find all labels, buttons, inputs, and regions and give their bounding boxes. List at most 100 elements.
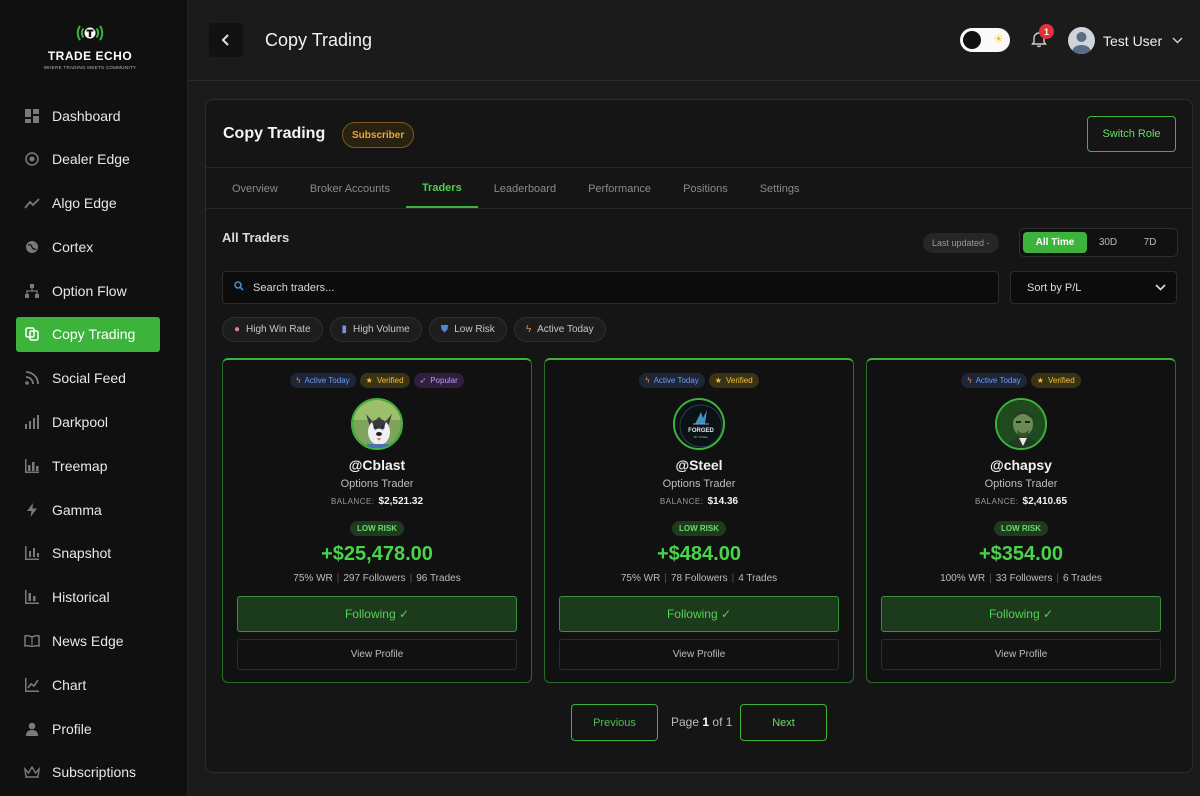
trader-balance: BALANCE: $2,410.65 <box>867 496 1175 507</box>
sidebar-item-dealer-edge[interactable]: Dealer Edge <box>16 142 160 177</box>
balance-value: $2,521.32 <box>378 496 424 507</box>
followers-count: 78 Followers <box>670 573 728 584</box>
logo-tagline: WHERE TRADING MEETS COMMUNITY <box>43 65 137 70</box>
filter-chip-label: Low Risk <box>454 324 495 335</box>
filter-chips: ● High Win Rate ▮ High Volume ⛊ Low Risk ϟ Acti… <box>222 317 613 342</box>
notifications-button[interactable]: 1 <box>1031 24 1054 50</box>
back-button[interactable] <box>209 23 243 57</box>
sidebar-item-label: Historical <box>52 589 110 606</box>
filter-chip-label: High Win Rate <box>246 324 311 335</box>
sidebar-item-snapshot[interactable]: Snapshot <box>16 536 160 571</box>
balance-value: $14.36 <box>707 496 739 507</box>
stats-separator: | <box>989 573 992 584</box>
trader-badges: ϟ Active Today ★ Verified ➶ Popular <box>223 373 531 388</box>
tabs-divider <box>206 208 1192 209</box>
sidebar-item-label: Option Flow <box>52 282 127 299</box>
search-input[interactable] <box>253 281 953 294</box>
tab-traders[interactable]: Traders <box>405 169 478 208</box>
sidebar-item-cortex[interactable]: Cortex <box>16 229 160 264</box>
theme-toggle[interactable]: ☀ <box>960 28 1010 52</box>
dashboard-icon <box>24 108 40 124</box>
stats-separator: | <box>664 573 667 584</box>
filter-chip-label: Active Today <box>537 324 594 335</box>
trader-role: Options Trader <box>662 478 736 490</box>
notification-count-badge: 1 <box>1039 24 1054 39</box>
search-icon <box>234 281 244 294</box>
tab-broker-accounts[interactable]: Broker Accounts <box>294 169 406 208</box>
win-rate: 75% WR <box>293 573 333 584</box>
role-badge: Subscriber <box>342 122 415 148</box>
followers-count: 297 Followers <box>343 573 406 584</box>
trader-badges: ϟ Active Today ★ Verified <box>867 373 1175 388</box>
view-profile-button[interactable]: View Profile <box>237 639 517 670</box>
tab-positions[interactable]: Positions <box>667 169 744 208</box>
sidebar-item-option-flow[interactable]: Option Flow <box>16 273 160 308</box>
rss-icon <box>24 370 40 386</box>
sidebar-item-darkpool[interactable]: Darkpool <box>16 405 160 440</box>
sidebar-item-algo-edge[interactable]: Algo Edge <box>16 186 160 221</box>
trader-balance: BALANCE: $2,521.32 <box>223 496 531 507</box>
trader-role: Options Trader <box>984 478 1058 490</box>
trader-handle[interactable]: @Steel <box>545 457 853 473</box>
range-all-time-button[interactable]: All Time <box>1023 232 1087 253</box>
trader-avatar[interactable] <box>995 398 1047 450</box>
bolt-icon: ϟ <box>525 324 532 335</box>
next-page-button[interactable]: Next <box>740 704 827 741</box>
sidebar-item-subscriptions[interactable]: Subscriptions <box>16 755 160 790</box>
risk-badge: LOW RISK <box>350 521 404 536</box>
trader-avatar[interactable]: FORGED BY STEEL <box>673 398 725 450</box>
sun-icon: ☀ <box>993 32 1004 46</box>
badge-active-today: ϟ Active Today <box>639 373 705 388</box>
previous-page-button[interactable]: Previous <box>571 704 658 741</box>
view-profile-button[interactable]: View Profile <box>881 639 1161 670</box>
badge-label: Active Today <box>975 376 1021 385</box>
filter-chip-high-volume[interactable]: ▮ High Volume <box>329 317 422 342</box>
badge-label: Popular <box>430 376 458 385</box>
range-7d-button[interactable]: 7D <box>1129 232 1171 253</box>
sidebar-item-label: Dealer Edge <box>52 151 130 168</box>
tab-overview[interactable]: Overview <box>216 169 294 208</box>
sidebar-item-dashboard[interactable]: Dashboard <box>16 98 160 133</box>
balance-value: $2,410.65 <box>1022 496 1068 507</box>
tab-settings[interactable]: Settings <box>744 169 816 208</box>
badge-label: Verified <box>725 376 753 385</box>
trader-stats: 75% WR | 78 Followers | 4 Trades <box>545 573 853 584</box>
sidebar-item-news-edge[interactable]: News Edge <box>16 624 160 659</box>
following-button[interactable]: Following ✓ <box>559 596 839 632</box>
trader-handle[interactable]: @chapsy <box>867 457 1175 473</box>
trader-pnl: +$25,478.00 <box>321 543 433 565</box>
tab-leaderboard[interactable]: Leaderboard <box>478 169 572 208</box>
sidebar-item-chart[interactable]: Chart <box>16 667 160 702</box>
top-bar: Copy Trading ☀ 1 Test User <box>188 0 1200 81</box>
following-button[interactable]: Following ✓ <box>237 596 517 632</box>
sidebar-nav: Dashboard Dealer Edge Algo Edge Cortex Optio… <box>16 98 160 796</box>
sidebar-item-profile[interactable]: Profile <box>16 711 160 746</box>
following-button[interactable]: Following ✓ <box>881 596 1161 632</box>
filter-chip-high-win-rate[interactable]: ● High Win Rate <box>222 317 323 342</box>
sidebar-item-label: Profile <box>52 720 92 737</box>
trader-balance: BALANCE: $14.36 <box>545 496 853 507</box>
filter-chip-active-today[interactable]: ϟ Active Today <box>513 317 606 342</box>
trader-avatar[interactable] <box>351 398 403 450</box>
user-menu[interactable]: Test User <box>1068 27 1183 54</box>
win-rate: 75% WR <box>620 573 661 584</box>
sidebar-item-historical[interactable]: Historical <box>16 580 160 615</box>
badge-label: Active Today <box>304 376 350 385</box>
switch-role-button[interactable]: Switch Role <box>1087 116 1176 152</box>
sidebar-item-label: Algo Edge <box>52 195 117 212</box>
sidebar-item-copy-trading[interactable]: Copy Trading <box>16 316 160 352</box>
sidebar-item-treemap[interactable]: Treemap <box>16 448 160 483</box>
filter-chip-low-risk[interactable]: ⛊ Low Risk <box>428 317 507 342</box>
search-bar <box>222 271 999 304</box>
trade-echo-logo[interactable]: TRADE ECHO WHERE TRADING MEETS COMMUNITY <box>40 18 140 70</box>
view-profile-button[interactable]: View Profile <box>559 639 839 670</box>
tab-performance[interactable]: Performance <box>572 169 667 208</box>
trader-handle[interactable]: @Cblast <box>223 457 531 473</box>
sidebar-item-label: Copy Trading <box>52 326 136 343</box>
book-icon <box>24 633 40 649</box>
range-30d-button[interactable]: 30D <box>1087 232 1129 253</box>
sidebar-item-social-feed[interactable]: Social Feed <box>16 361 160 396</box>
badge-label: Active Today <box>653 376 699 385</box>
sort-select[interactable]: Sort by P/L <box>1010 271 1177 304</box>
sidebar-item-gamma[interactable]: Gamma <box>16 492 160 527</box>
